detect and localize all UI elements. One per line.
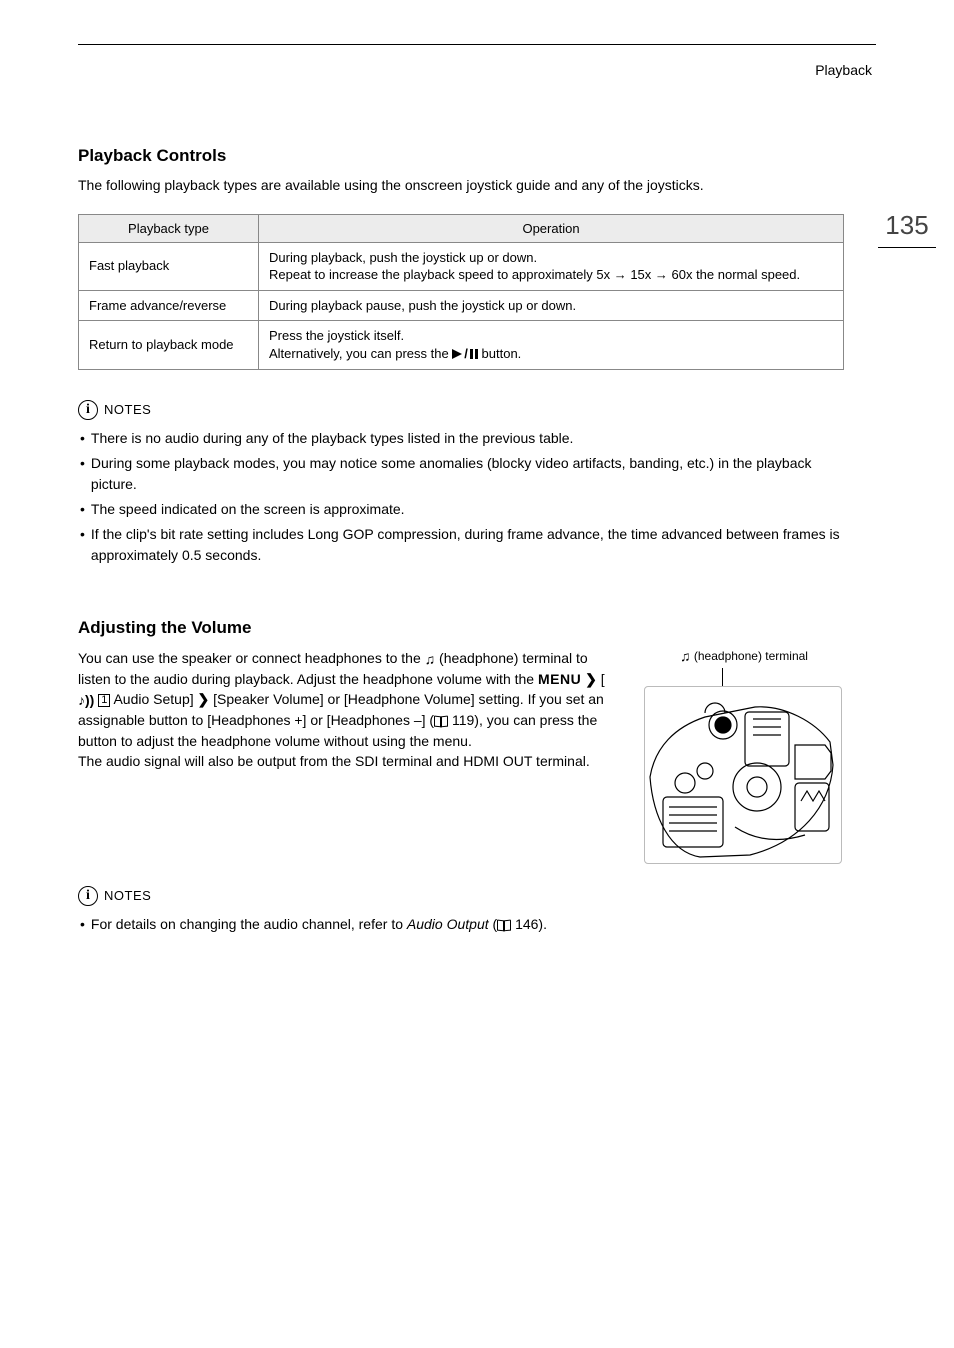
headphone-icon: ♫ — [425, 651, 436, 667]
heading-adjusting-volume: Adjusting the Volume — [78, 618, 844, 638]
page-number-block: 135 — [878, 210, 936, 248]
menu-label: MENU — [538, 671, 581, 687]
info-icon: i — [78, 886, 98, 906]
cell-playback-type: Fast playback — [79, 242, 259, 290]
cell-operation: During playback pause, push the joystick… — [259, 290, 844, 321]
note-item: •If the clip's bit rate setting includes… — [80, 524, 844, 566]
th-operation: Operation — [259, 214, 844, 242]
camera-svg — [645, 687, 842, 864]
camera-diagram — [644, 686, 842, 864]
note-item: •There is no audio during any of the pla… — [80, 428, 844, 449]
page-number: 135 — [878, 210, 936, 241]
menu-arrow-icon: ❯ — [585, 671, 597, 687]
headphone-icon: ♫ — [680, 648, 691, 664]
figure-caption: ♫ (headphone) terminal — [644, 648, 844, 664]
note-item: • For details on changing the audio chan… — [80, 914, 844, 935]
notes-header: i NOTES — [78, 400, 844, 420]
table-row: Frame advance/reverse During playback pa… — [79, 290, 844, 321]
section-adjusting-volume: Adjusting the Volume You can use the spe… — [78, 618, 844, 935]
notes-block: i NOTES •There is no audio during any of… — [78, 400, 844, 566]
table-row: Fast playback During playback, push the … — [79, 242, 844, 290]
page-content: Playback Controls The following playback… — [78, 146, 844, 939]
page-number-rule — [878, 247, 936, 248]
boxed-one-icon: 1 — [98, 694, 110, 707]
notes-block: i NOTES • For details on changing the au… — [78, 886, 844, 935]
volume-body-text: You can use the speaker or connect headp… — [78, 648, 618, 864]
cell-playback-type: Return to playback mode — [79, 321, 259, 369]
info-icon: i — [78, 400, 98, 420]
playback-controls-intro: The following playback types are availab… — [78, 176, 844, 196]
playback-controls-table: Playback type Operation Fast playback Du… — [78, 214, 844, 370]
th-playback-type: Playback type — [79, 214, 259, 242]
header-rule — [78, 44, 876, 45]
notes-header: i NOTES — [78, 886, 844, 906]
audio-output-ref: Audio Output — [407, 916, 489, 932]
menu-arrow-icon: ❯ — [198, 691, 210, 707]
notes-label: NOTES — [104, 888, 151, 903]
audio-icon: ♪)) — [78, 690, 94, 710]
headphone-terminal-figure: ♫ (headphone) terminal — [644, 648, 844, 864]
page-ref-icon — [434, 716, 448, 726]
header-section-label: Playback — [815, 62, 872, 78]
cell-operation: During playback, push the joystick up or… — [259, 242, 844, 290]
notes-label: NOTES — [104, 402, 151, 417]
note-item: •The speed indicated on the screen is ap… — [80, 499, 844, 520]
note-item: •During some playback modes, you may not… — [80, 453, 844, 495]
cell-operation: Press the joystick itself. Alternatively… — [259, 321, 844, 369]
cell-playback-type: Frame advance/reverse — [79, 290, 259, 321]
page-ref-icon — [497, 920, 511, 930]
heading-playback-controls: Playback Controls — [78, 146, 844, 166]
table-row: Return to playback mode Press the joysti… — [79, 321, 844, 369]
play-pause-icon: / — [452, 345, 478, 363]
callout-line — [722, 668, 723, 686]
